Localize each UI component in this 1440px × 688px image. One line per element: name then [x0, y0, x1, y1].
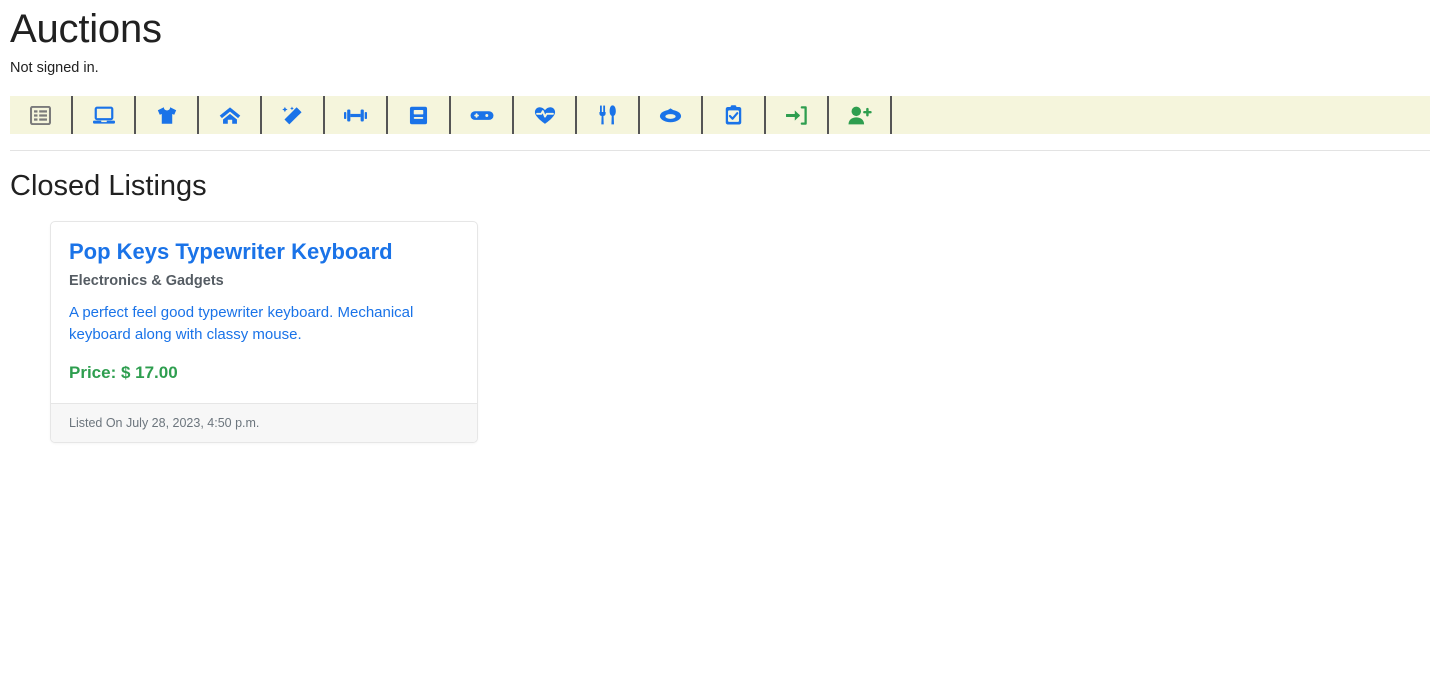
sign-in-icon — [786, 105, 807, 125]
heartbeat-icon — [534, 106, 556, 125]
category-navbar — [10, 96, 1430, 135]
nav-jewelry[interactable] — [640, 96, 703, 135]
listing-title-link[interactable]: Pop Keys Typewriter Keyboard — [69, 239, 393, 264]
listing-card-body: Pop Keys Typewriter Keyboard Electronics… — [51, 222, 477, 403]
page-root: Auctions Not signed in. Closed Listings … — [0, 0, 1440, 443]
nav-sign-in[interactable] — [766, 96, 829, 135]
utensils-icon — [598, 105, 617, 125]
home-icon — [219, 106, 241, 125]
listing-card[interactable]: Pop Keys Typewriter Keyboard Electronics… — [50, 221, 478, 443]
nav-electronics[interactable] — [73, 96, 136, 135]
nav-all-listings[interactable] — [10, 96, 73, 135]
header-divider — [10, 150, 1430, 152]
nav-food-beverages[interactable] — [577, 96, 640, 135]
magic-wand-icon — [282, 106, 303, 125]
user-plus-icon — [848, 106, 872, 125]
listing-description: A perfect feel good typewriter keyboard.… — [69, 303, 414, 343]
listing-footer: Listed On July 28, 2023, 4:50 p.m. — [51, 402, 477, 442]
navbar-trailing-space — [892, 96, 1430, 134]
nav-fashion[interactable] — [136, 96, 199, 135]
auth-status-text: Not signed in. — [10, 60, 99, 76]
nav-toys-games[interactable] — [451, 96, 514, 135]
tshirt-icon — [156, 106, 178, 125]
book-icon — [409, 106, 428, 125]
clipboard-check-icon — [725, 105, 742, 125]
listing-price: Price: $ 17.00 — [69, 362, 178, 382]
laptop-icon — [92, 106, 115, 125]
ring-icon — [659, 107, 682, 124]
nav-books-media[interactable] — [388, 96, 451, 135]
nav-closed-listings[interactable] — [703, 96, 766, 135]
nav-sports-fitness[interactable] — [325, 96, 388, 135]
list-alt-icon — [30, 105, 51, 125]
page-title: Auctions — [10, 7, 162, 51]
nav-home-garden[interactable] — [199, 96, 262, 135]
dumbbell-icon — [344, 106, 367, 125]
nav-health-wellness[interactable] — [514, 96, 577, 135]
section-title: Closed Listings — [10, 170, 207, 203]
listings-container: Pop Keys Typewriter Keyboard Electronics… — [10, 204, 1430, 443]
nav-beauty[interactable] — [262, 96, 325, 135]
gamepad-icon — [470, 107, 494, 124]
listing-category: Electronics & Gadgets — [69, 272, 224, 289]
nav-register[interactable] — [829, 96, 892, 135]
